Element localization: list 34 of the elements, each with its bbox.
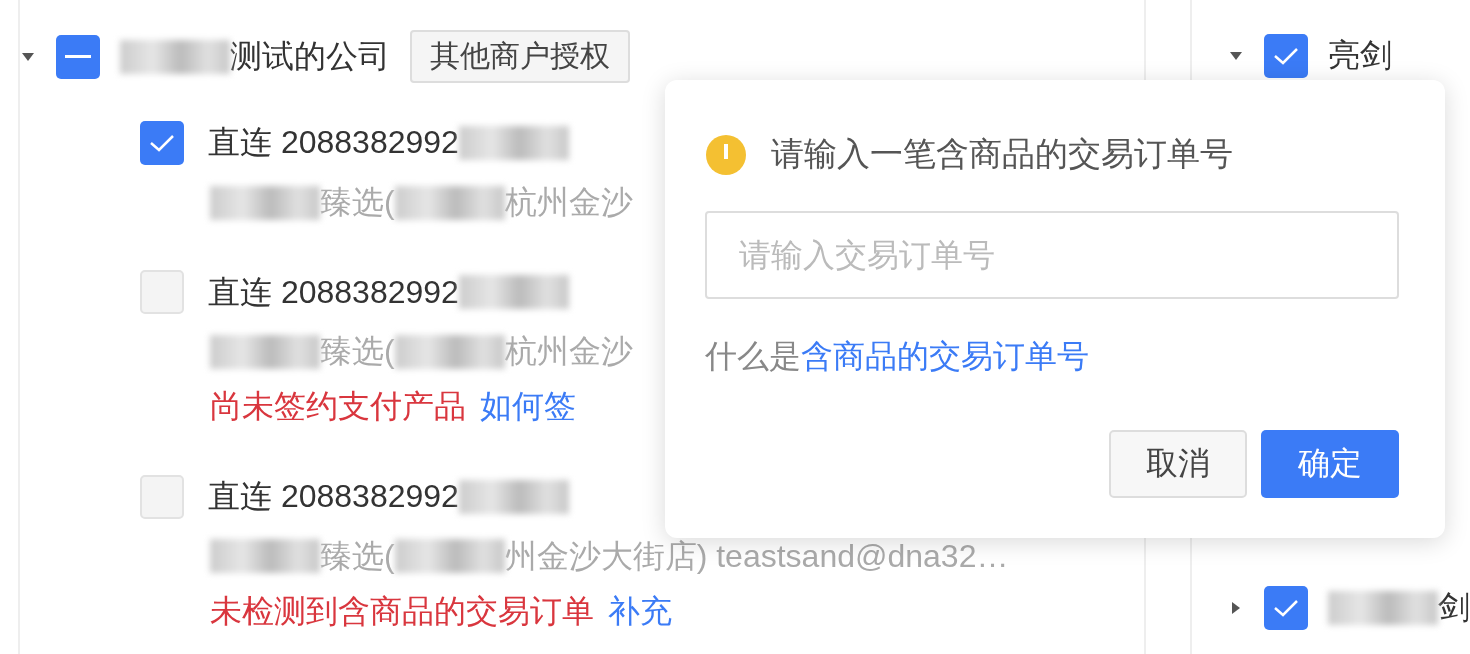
warning-text: 未检测到含商品的交易订单	[210, 593, 594, 629]
help-link[interactable]: 含商品的交易订单号	[801, 338, 1089, 374]
label-text: 臻选(	[320, 334, 395, 370]
confirm-button[interactable]: 确定	[1261, 430, 1399, 498]
help-link[interactable]: 补充	[608, 593, 672, 629]
warning-text: 尚未签约支付产品	[210, 389, 466, 425]
label-text: 杭州金沙	[504, 185, 633, 221]
checkbox[interactable]	[140, 270, 184, 315]
help-link[interactable]: 如何签	[480, 389, 576, 425]
tag: 其他商户授权	[410, 30, 630, 83]
check-icon	[149, 133, 175, 153]
label-text: 测试的公司	[230, 38, 390, 75]
checkbox[interactable]	[140, 121, 184, 165]
order-number-field[interactable]: 请输入交易订单号	[705, 211, 1399, 299]
checkbox[interactable]	[56, 34, 100, 79]
dash-icon	[65, 54, 91, 59]
label-text: 亮剑	[1328, 38, 1392, 74]
cancel-button[interactable]: 取消	[1109, 430, 1247, 498]
label-text: 臻选(	[320, 185, 395, 221]
label-text: 臻选(	[320, 538, 395, 574]
label-text: 剑	[1438, 590, 1470, 626]
warning-icon	[705, 133, 747, 176]
popover-title: 请输入一笔含商品的交易订单号	[771, 134, 1233, 174]
label-text: 州金沙大街店) teastsand@dna32…	[504, 538, 1009, 574]
label-text: 杭州金沙	[504, 334, 633, 370]
help-text: 什么是含商品的交易订单号	[705, 337, 1090, 376]
label-text: 直连 2088382992	[208, 274, 459, 310]
checkbox[interactable]	[1264, 34, 1308, 78]
checkbox[interactable]	[1264, 586, 1308, 630]
checkbox[interactable]	[140, 474, 184, 519]
check-icon	[1273, 598, 1299, 618]
label-text: 直连 2088382992	[208, 125, 459, 161]
check-icon	[1273, 46, 1299, 66]
label-text: 直连 2088382992	[208, 478, 459, 515]
